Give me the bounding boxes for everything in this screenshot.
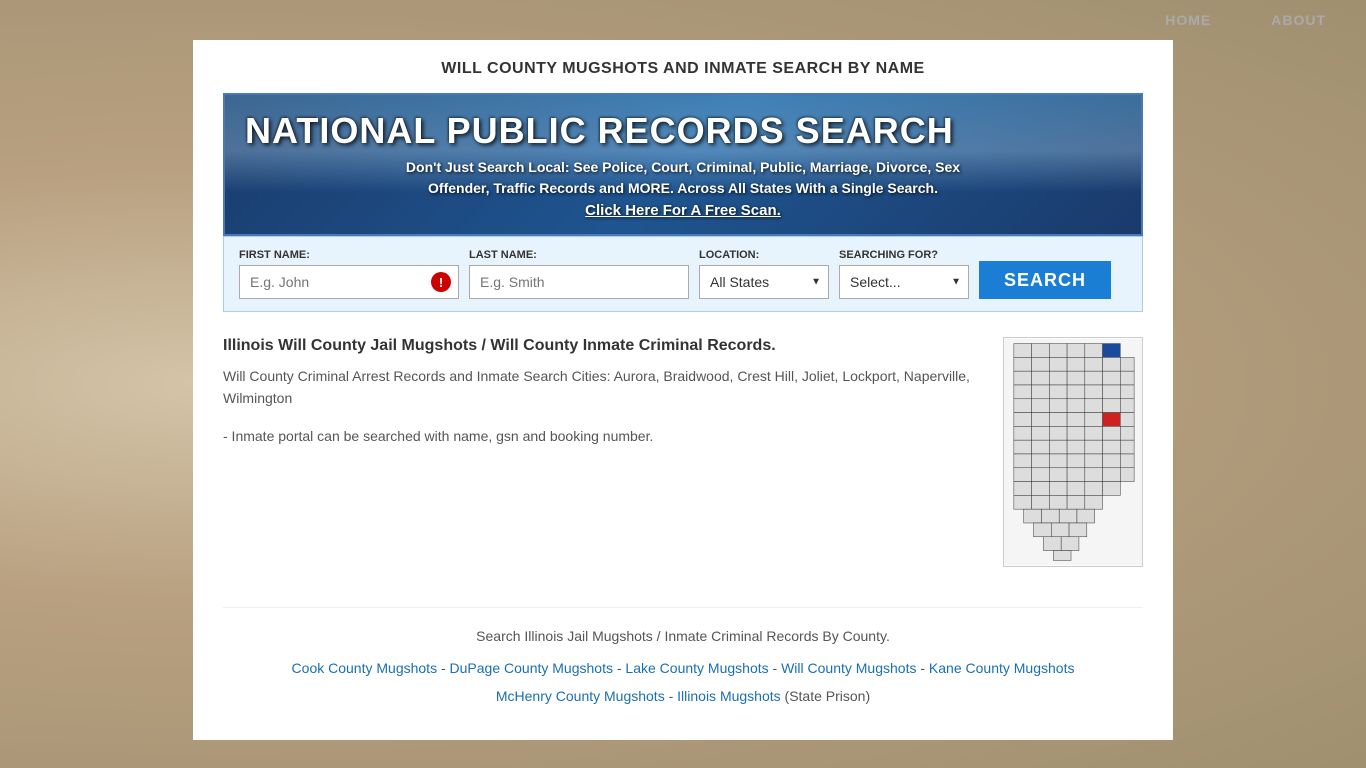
banner-title: NATIONAL PUBLIC RECORDS SEARCH [245,110,1121,152]
lake-county-link[interactable]: Lake County Mugshots [625,660,768,676]
location-group: LOCATION: All States [699,249,829,299]
illinois-map [1003,337,1143,567]
searching-for-select-wrapper: Select... [839,265,969,299]
first-name-wrapper: ! [239,265,459,299]
first-name-label: FIRST NAME: [239,249,459,261]
last-name-input[interactable] [469,265,689,299]
dupage-county-link[interactable]: DuPage County Mugshots [450,660,613,676]
illinois-mugshots-link[interactable]: Illinois Mugshots [677,688,781,704]
searching-for-group: SEARCHING FOR? Select... [839,249,969,299]
location-select[interactable]: All States [699,265,829,299]
footer-section: Search Illinois Jail Mugshots / Inmate C… [223,607,1143,710]
mchenry-county-link[interactable]: McHenry County Mugshots [496,688,665,704]
dash-1: - [441,660,450,676]
state-prison-label: (State Prison) [785,688,871,704]
banner-subtitle: Don't Just Search Local: See Police, Cou… [245,157,1121,199]
about-nav-link[interactable]: ABOUT [1271,12,1326,28]
map-container [1003,337,1143,567]
footer-links: Cook County Mugshots - DuPage County Mug… [223,654,1143,710]
error-icon: ! [431,272,451,292]
banner[interactable]: NATIONAL PUBLIC RECORDS SEARCH Don't Jus… [223,93,1143,236]
content-note: - Inmate portal can be searched with nam… [223,425,983,447]
kane-county-link[interactable]: Kane County Mugshots [929,660,1075,676]
search-button[interactable]: SEARCH [979,261,1111,299]
home-nav-link[interactable]: HOME [1165,12,1211,28]
illinois-map-svg [1004,338,1142,566]
dash-3: - [773,660,782,676]
searching-for-label: SEARCHING FOR? [839,249,969,261]
content-text: Illinois Will County Jail Mugshots / Wil… [223,337,983,567]
first-name-input[interactable] [239,265,459,299]
dash-5: - [669,688,678,704]
content-heading: Illinois Will County Jail Mugshots / Wil… [223,337,983,355]
last-name-group: LAST NAME: [469,249,689,299]
first-name-group: FIRST NAME: ! [239,249,459,299]
location-label: LOCATION: [699,249,829,261]
main-content-card: WILL COUNTY MUGSHOTS AND INMATE SEARCH B… [193,40,1173,740]
footer-text: Search Illinois Jail Mugshots / Inmate C… [223,628,1143,644]
last-name-label: LAST NAME: [469,249,689,261]
content-area: Illinois Will County Jail Mugshots / Wil… [223,337,1143,567]
search-form: FIRST NAME: ! LAST NAME: LOCATION: All S… [223,236,1143,312]
content-body: Will County Criminal Arrest Records and … [223,365,983,410]
cook-county-link[interactable]: Cook County Mugshots [292,660,438,676]
location-select-wrapper: All States [699,265,829,299]
page-title: WILL COUNTY MUGSHOTS AND INMATE SEARCH B… [223,60,1143,78]
dash-4: - [920,660,929,676]
searching-for-select[interactable]: Select... [839,265,969,299]
banner-cta: Click Here For A Free Scan. [245,202,1121,219]
will-county-link[interactable]: Will County Mugshots [781,660,916,676]
top-navigation: HOME ABOUT [0,0,1366,40]
